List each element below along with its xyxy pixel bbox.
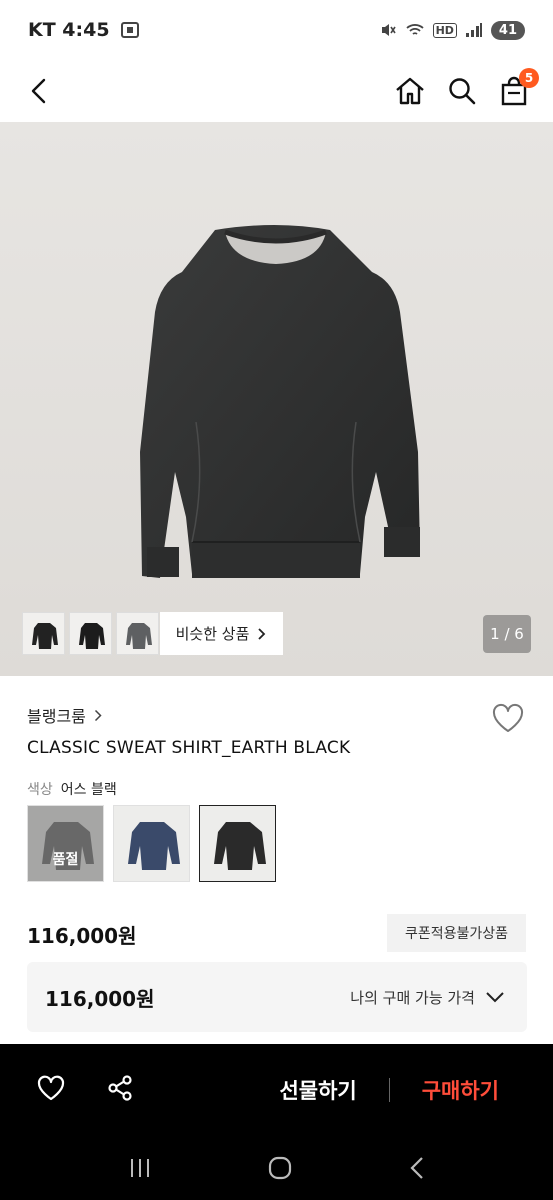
back-button[interactable]	[22, 74, 56, 108]
screenshot-icon	[120, 22, 139, 38]
gift-button[interactable]: 선물하기	[279, 1075, 356, 1105]
thumbnail-sweatshirt-grey	[125, 622, 152, 649]
home-circle-icon[interactable]	[267, 1155, 293, 1181]
like-button[interactable]	[36, 1074, 66, 1106]
cart-button[interactable]: 5	[497, 68, 539, 108]
coupon-unavailable-tag: 쿠폰적용불가상품	[387, 914, 526, 952]
search-button[interactable]	[445, 74, 479, 108]
swatch-sweatshirt-black	[213, 821, 266, 870]
thumbnail[interactable]	[116, 612, 159, 655]
share-button[interactable]	[106, 1074, 134, 1106]
color-value: 어스 블랙	[60, 782, 117, 798]
thumbnail-strip	[22, 612, 159, 655]
product-name: CLASSIC SWEAT SHIRT_EARTH BLACK	[27, 738, 351, 758]
action-divider	[388, 1078, 390, 1102]
bottom-action-bar: 선물하기 구매하기	[0, 1044, 553, 1136]
share-icon	[108, 1075, 132, 1101]
chevron-right-icon	[258, 627, 266, 640]
heart-icon	[492, 703, 524, 732]
my-price-dropdown[interactable]: 116,000원 나의 구매 가능 가격	[27, 962, 527, 1032]
signal-icon	[465, 23, 482, 37]
brand-link[interactable]: 블랭크룸	[27, 703, 102, 727]
cart-count-badge: 5	[519, 68, 539, 88]
page-indicator: 1 / 6	[483, 615, 531, 653]
hd-label: HD	[432, 22, 457, 38]
wifi-icon	[405, 24, 424, 35]
mute-icon	[381, 24, 396, 36]
wishlist-button[interactable]	[491, 702, 525, 736]
brand-name: 블랭크룸	[27, 707, 86, 726]
similar-products-label: 비슷한 상품	[175, 625, 250, 643]
battery-badge: 41	[490, 20, 525, 40]
color-swatches: 품절	[27, 805, 276, 882]
thumbnail[interactable]	[22, 612, 65, 655]
thumbnail-sweatshirt-black	[78, 622, 105, 649]
system-nav-bar	[0, 1136, 553, 1200]
back-chevron-icon	[31, 78, 46, 104]
color-swatch-navy[interactable]	[113, 805, 190, 882]
product-price: 116,000원	[27, 924, 137, 948]
color-row: 색상 어스 블랙	[27, 779, 117, 799]
soldout-overlay	[28, 806, 103, 881]
color-swatch-grey[interactable]: 품절	[27, 805, 104, 882]
home-icon	[396, 77, 424, 105]
my-price-toggle[interactable]: 나의 구매 가능 가격	[350, 987, 505, 1008]
thumbnail-sweatshirt-black	[31, 622, 58, 649]
heart-icon	[37, 1075, 65, 1101]
app-header: 5	[0, 60, 553, 122]
sweatshirt-image	[0, 122, 553, 676]
back-icon[interactable]	[409, 1156, 425, 1180]
search-icon	[449, 78, 476, 105]
product-image-gallery[interactable]: 비슷한 상품 1 / 6	[0, 122, 553, 676]
similar-products-button[interactable]: 비슷한 상품	[160, 612, 283, 655]
my-price-value: 116,000원	[45, 986, 155, 1011]
swatch-sweatshirt-navy	[127, 821, 180, 870]
chevron-right-icon	[94, 709, 102, 721]
chevron-down-icon	[486, 992, 504, 1003]
recent-apps-icon[interactable]	[128, 1157, 152, 1179]
carrier-time: KT 4:45	[28, 19, 110, 41]
color-label: 색상	[27, 782, 53, 798]
color-swatch-black[interactable]	[199, 805, 276, 882]
thumbnail[interactable]	[69, 612, 112, 655]
soldout-label: 품절	[52, 852, 79, 868]
home-button[interactable]	[393, 74, 427, 108]
buy-button[interactable]: 구매하기	[422, 1075, 499, 1105]
status-bar: KT 4:45 HD 41	[0, 0, 553, 60]
my-price-label: 나의 구매 가능 가격	[350, 988, 475, 1007]
